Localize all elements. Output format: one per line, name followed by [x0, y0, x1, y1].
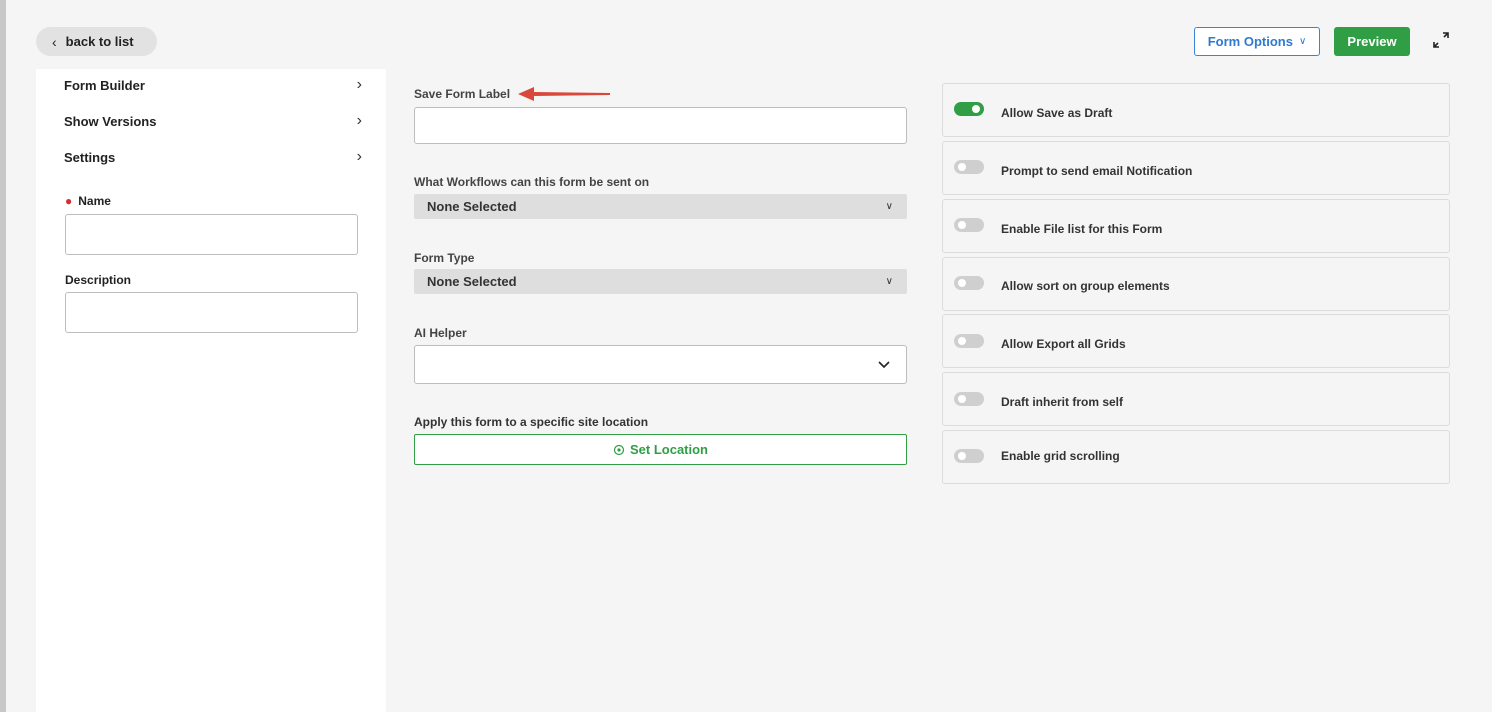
ai-helper-select[interactable] [414, 345, 907, 384]
chevron-down-icon: ∨ [1298, 36, 1307, 47]
expand-icon[interactable] [1431, 30, 1451, 50]
option-prompt-email-notification: Prompt to send email Notification [942, 141, 1450, 195]
toggle-switch[interactable] [954, 392, 984, 406]
save-form-label-input[interactable] [414, 107, 907, 144]
workflows-selected-value: None Selected [427, 199, 517, 214]
sidebar-item-label: Settings [64, 149, 116, 165]
form-options-label: Form Options [1207, 34, 1293, 49]
option-allow-sort-group-elements: Allow sort on group elements [942, 257, 1450, 311]
chevron-right-icon: › [356, 76, 362, 93]
name-label: ● Name [65, 194, 111, 208]
sidebar-item-label: Form Builder [64, 77, 145, 93]
option-label: Enable grid scrolling [1001, 449, 1120, 463]
chevron-down-icon: ∨ [885, 201, 893, 212]
set-location-label: Set Location [629, 442, 708, 457]
annotation-arrow-icon [518, 87, 610, 101]
option-draft-inherit-from-self: Draft inherit from self [942, 372, 1450, 426]
description-label: Description [65, 273, 132, 287]
description-field[interactable] [65, 292, 358, 333]
toggle-switch[interactable] [954, 449, 984, 463]
back-to-list-button[interactable]: ‹ back to list [36, 27, 157, 56]
option-label: Allow Save as Draft [1001, 106, 1113, 120]
site-location-label: Apply this form to a specific site locat… [414, 415, 649, 429]
ai-helper-label: AI Helper [414, 326, 467, 340]
workflows-label: What Workflows can this form be sent on [414, 175, 650, 189]
option-allow-save-as-draft: Allow Save as Draft [942, 83, 1450, 137]
sidebar-item-settings[interactable]: Settings › [64, 145, 364, 169]
toggle-switch[interactable] [954, 334, 984, 348]
option-enable-file-list: Enable File list for this Form [942, 199, 1450, 253]
toggle-switch[interactable] [954, 102, 984, 116]
form-options-dropdown[interactable]: Form Options ∨ [1194, 27, 1320, 56]
option-label: Enable File list for this Form [1001, 222, 1163, 236]
option-label: Allow Export all Grids [1001, 337, 1126, 351]
name-field[interactable] [65, 214, 358, 255]
chevron-left-icon: ‹ [52, 33, 57, 50]
toggle-switch[interactable] [954, 218, 984, 232]
chevron-down-icon: ∨ [885, 276, 893, 287]
toggle-switch[interactable] [954, 276, 984, 290]
sidebar-item-form-builder[interactable]: Form Builder › [64, 73, 364, 97]
preview-button[interactable]: Preview [1334, 27, 1410, 56]
save-form-label-heading: Save Form Label [414, 87, 511, 101]
form-type-label: Form Type [414, 251, 475, 265]
sidebar-item-show-versions[interactable]: Show Versions › [64, 109, 364, 133]
preview-label: Preview [1347, 34, 1397, 49]
left-edge-bar [0, 0, 6, 712]
form-type-selected-value: None Selected [427, 274, 517, 289]
location-target-icon [613, 444, 625, 455]
option-label: Draft inherit from self [1001, 395, 1124, 409]
option-label: Allow sort on group elements [1001, 279, 1170, 293]
set-location-button[interactable]: Set Location [414, 434, 907, 465]
toggle-switch[interactable] [954, 160, 984, 174]
sidebar-item-label: Show Versions [64, 113, 157, 129]
option-label: Prompt to send email Notification [1001, 164, 1193, 178]
workflows-select[interactable]: None Selected ∨ [414, 194, 907, 219]
option-enable-grid-scrolling: Enable grid scrolling [942, 430, 1450, 484]
option-allow-export-all-grids: Allow Export all Grids [942, 314, 1450, 368]
chevron-right-icon: › [356, 112, 362, 129]
sidebar: Form Builder › Show Versions › Settings … [36, 69, 386, 712]
chevron-right-icon: › [356, 148, 362, 165]
back-to-list-label: back to list [65, 34, 134, 49]
required-indicator: ● [65, 194, 73, 208]
chevron-down-icon [878, 360, 890, 368]
form-type-select[interactable]: None Selected ∨ [414, 269, 907, 294]
